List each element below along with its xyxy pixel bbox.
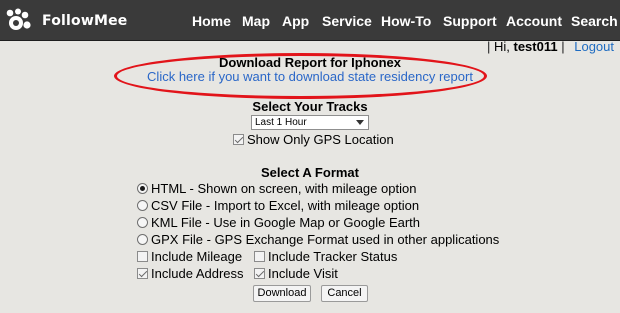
nav-how-to[interactable]: How-To — [381, 13, 431, 29]
top-nav-bar: FollowMee Home Map App Service How-To Su… — [0, 0, 620, 41]
nav-home[interactable]: Home — [192, 13, 231, 29]
include-address-checkbox[interactable] — [137, 268, 148, 279]
chevron-down-icon — [356, 120, 364, 125]
format-heading: Select A Format — [260, 165, 359, 180]
download-button[interactable]: Download — [253, 285, 311, 302]
tracks-heading: Select Your Tracks — [252, 99, 368, 114]
format-gpx-radio[interactable] — [137, 234, 148, 245]
include-mileage-label: Include Mileage — [151, 249, 243, 264]
nav-service[interactable]: Service — [322, 13, 372, 29]
format-html-label: HTML - Shown on screen, with mileage opt… — [151, 181, 417, 196]
separator: | — [486, 39, 491, 54]
include-visit-checkbox[interactable] — [254, 268, 265, 279]
include-visit-label: Include Visit — [268, 266, 338, 281]
gps-only-checkbox[interactable] — [233, 134, 244, 145]
user-bar: | Hi, test011 | Logout — [487, 39, 614, 54]
nav-map[interactable]: Map — [242, 13, 270, 29]
include-mileage-checkbox[interactable] — [137, 251, 148, 262]
separator: | — [561, 39, 565, 54]
greeting: Hi, — [493, 39, 510, 54]
track-range-value: Last 1 Hour — [255, 117, 307, 128]
format-csv-radio[interactable] — [137, 200, 148, 211]
format-html-radio[interactable] — [137, 183, 148, 194]
format-kml-label: KML File - Use in Google Map or Google E… — [151, 215, 421, 230]
brand-logo[interactable]: FollowMee — [6, 8, 128, 34]
cancel-button[interactable]: Cancel — [321, 285, 368, 302]
gps-only-label: Show Only GPS Location — [247, 132, 394, 147]
format-csv-label: CSV File - Import to Excel, with mileage… — [151, 198, 420, 213]
username: test011 — [513, 39, 558, 54]
format-gpx-label: GPX File - GPS Exchange Format used in o… — [151, 232, 500, 247]
track-range-select[interactable]: Last 1 Hour — [251, 115, 369, 130]
nav-support[interactable]: Support — [443, 13, 497, 29]
brand-name: FollowMee — [42, 13, 128, 29]
logout-link[interactable]: Logout — [574, 39, 614, 54]
include-address-label: Include Address — [151, 266, 244, 281]
nav-search[interactable]: Search — [571, 13, 618, 29]
nav-app[interactable]: App — [282, 13, 309, 29]
nav-account[interactable]: Account — [506, 13, 562, 29]
report-title: Download Report for Iphonex — [219, 55, 401, 70]
state-residency-report-link[interactable]: Click here if you want to download state… — [0, 69, 620, 84]
include-tracker-status-label: Include Tracker Status — [268, 249, 398, 264]
format-kml-radio[interactable] — [137, 217, 148, 228]
paw-print-icon — [6, 8, 31, 30]
include-tracker-status-checkbox[interactable] — [254, 251, 265, 262]
